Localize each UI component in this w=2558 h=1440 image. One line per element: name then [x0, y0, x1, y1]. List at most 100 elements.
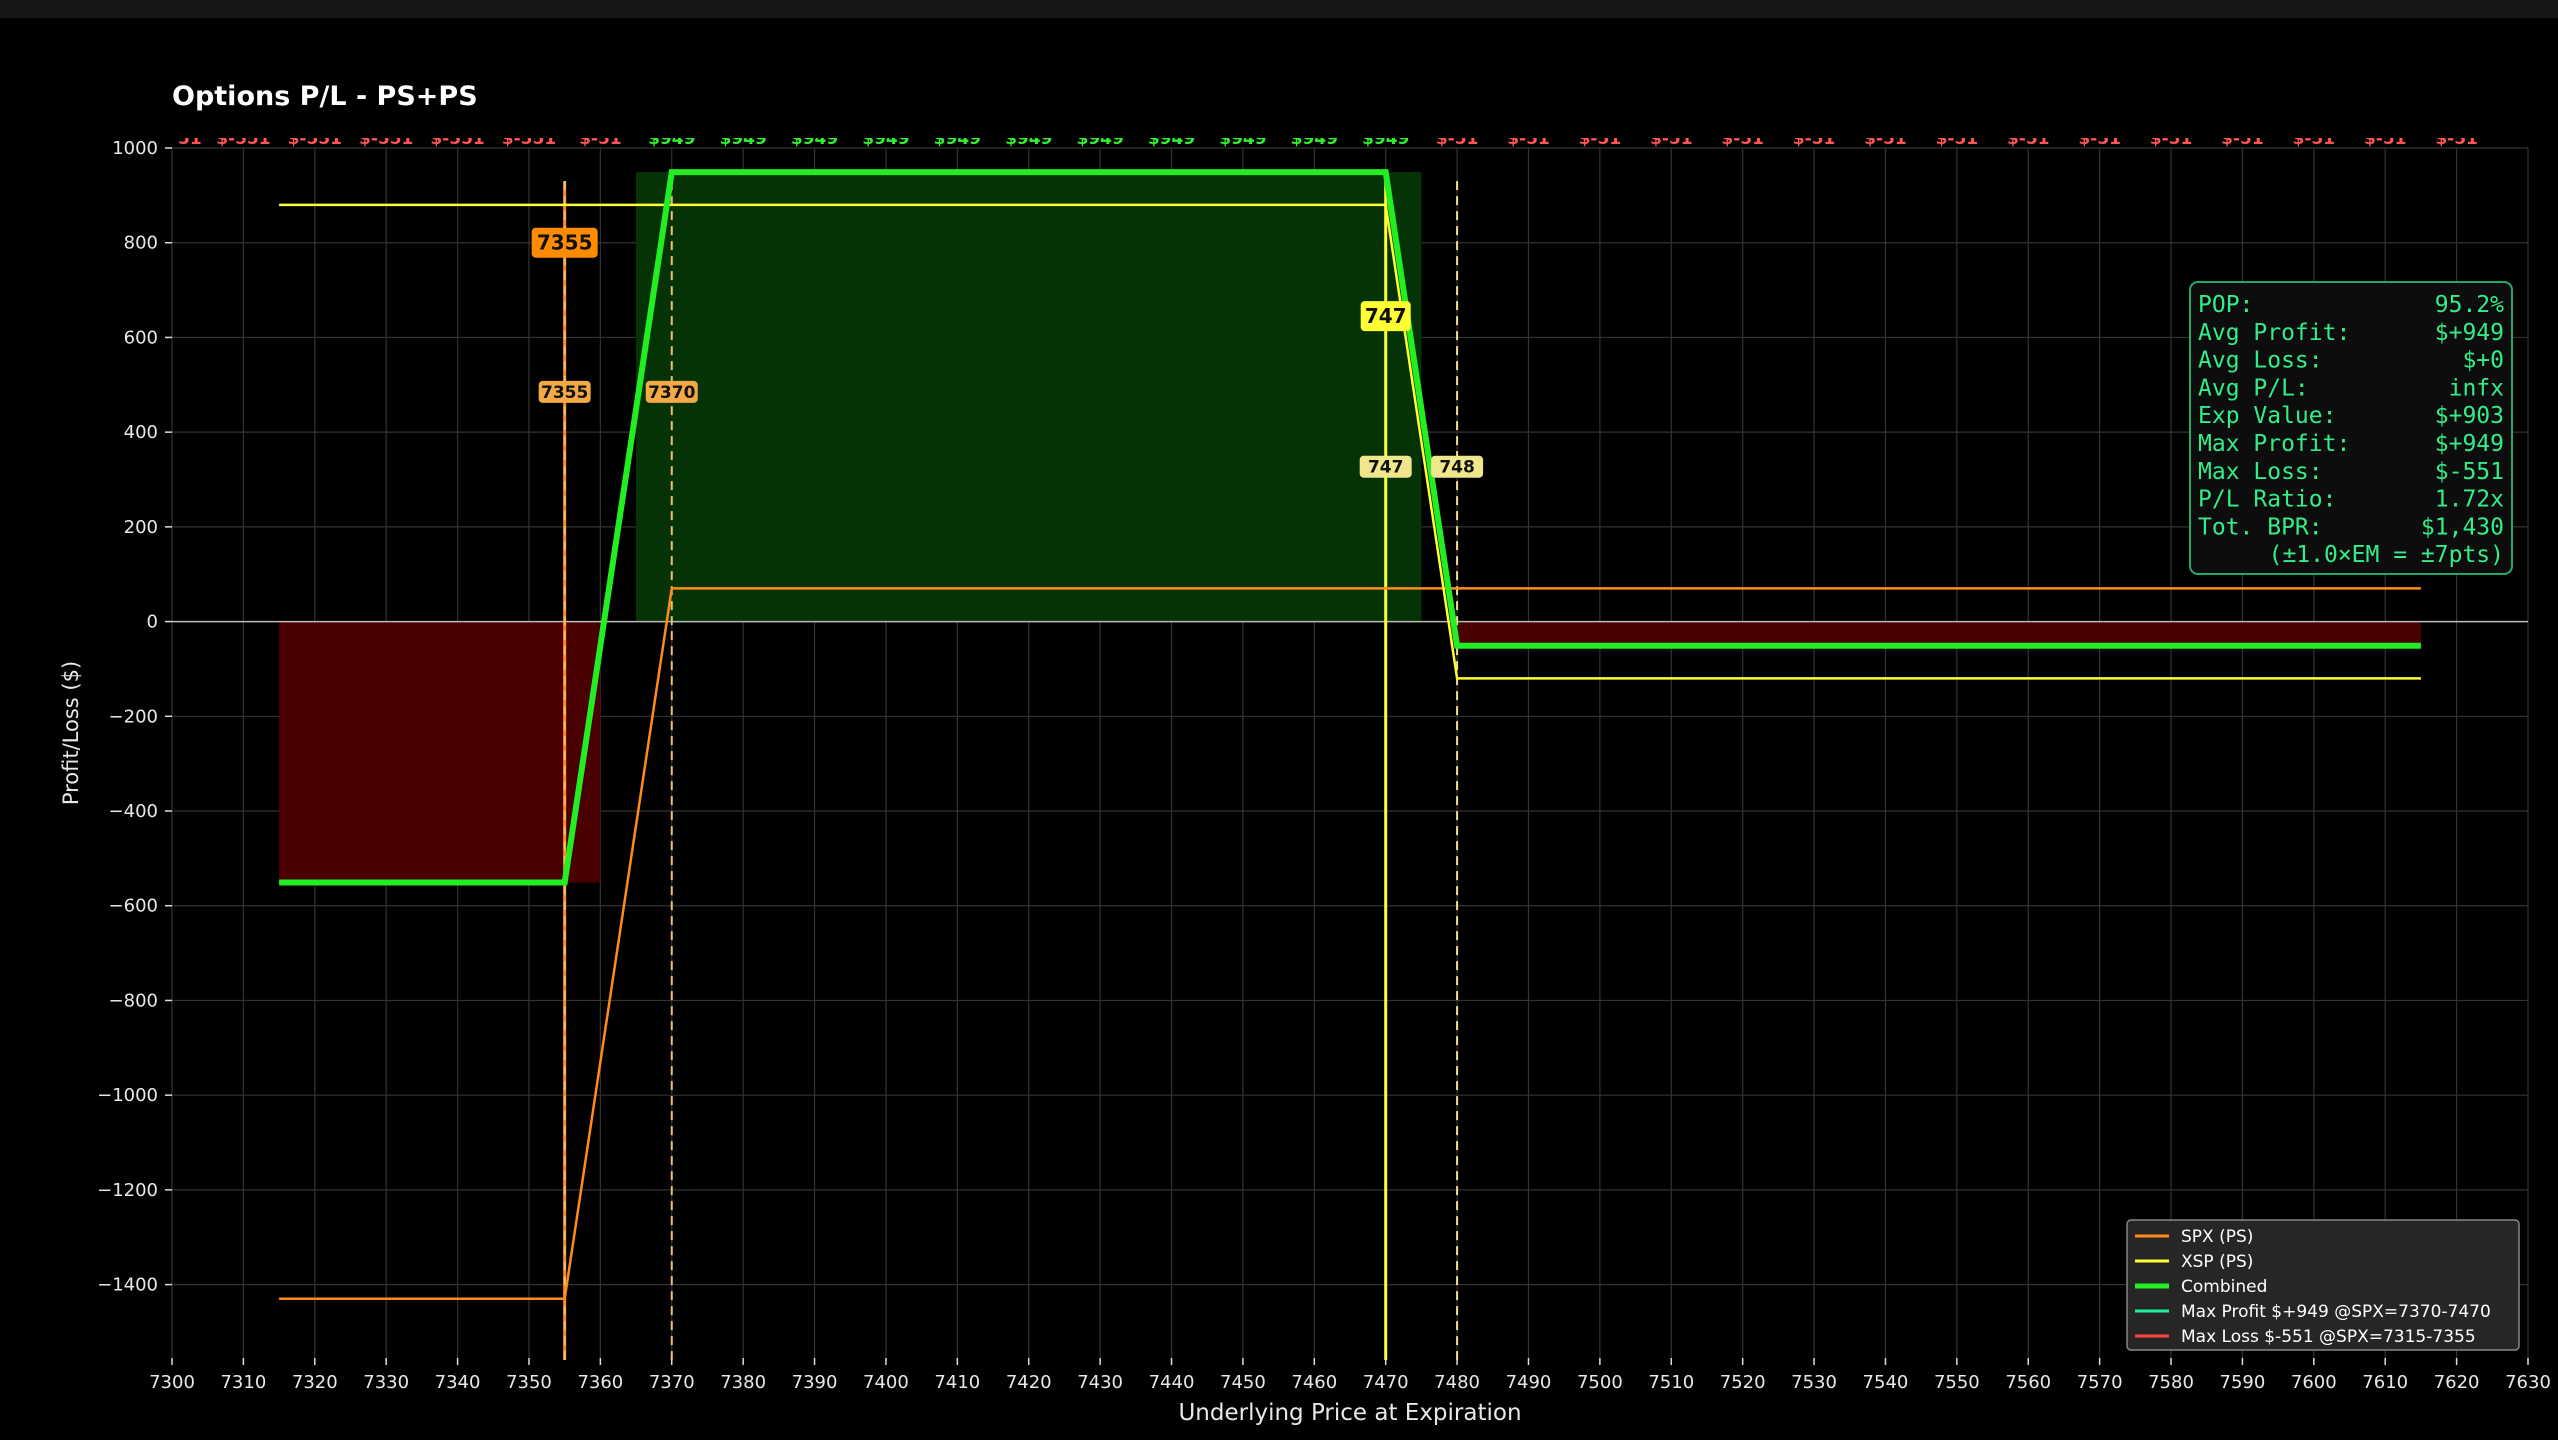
x-tick-label: 7420	[1006, 1372, 1052, 1393]
y-tick-label: 1000	[112, 138, 158, 159]
y-tick-label: 0	[147, 612, 158, 633]
top-pl-label: $-51	[1650, 129, 1693, 149]
x-tick-label: 7390	[792, 1372, 838, 1393]
top-pl-label: $-51	[1864, 129, 1907, 149]
strike-label: 747	[1365, 304, 1407, 328]
top-pl-label: $949	[1291, 129, 1338, 149]
top-pl-label: $-551	[359, 129, 413, 149]
strike-label: 7355	[541, 383, 588, 403]
y-tick-label: 400	[124, 422, 158, 443]
x-tick-label: 7450	[1220, 1372, 1266, 1393]
legend-label: Combined	[2181, 1277, 2267, 1297]
x-tick-label: 7360	[577, 1372, 623, 1393]
stats-label: P/L Ratio:	[2198, 487, 2336, 513]
x-tick-label: 7590	[2220, 1372, 2266, 1393]
profit-region	[636, 172, 1422, 622]
stats-value: $-551	[2435, 459, 2504, 485]
stats-label: Avg Loss:	[2198, 348, 2323, 374]
pl-chart: 7355 7355 7370 747 747 748 51 $-551 $-551 $-551 $-…	[59, 81, 2551, 1426]
y-tick-label: 200	[124, 517, 158, 538]
x-tick-label: 7380	[720, 1372, 766, 1393]
x-tick-label: 7570	[2077, 1372, 2123, 1393]
stats-label: Exp Value:	[2198, 403, 2336, 429]
top-pl-label: $-51	[2364, 129, 2407, 149]
top-pl-label: $949	[862, 129, 909, 149]
stats-label: POP:	[2198, 292, 2253, 318]
strike-label: 747	[1368, 458, 1404, 478]
x-tick-label: 7370	[649, 1372, 695, 1393]
top-pl-label: $-51	[1436, 129, 1479, 149]
stats-label: Avg P/L:	[2198, 375, 2309, 401]
stats-value: $+949	[2435, 320, 2504, 346]
x-tick-label: 7470	[1363, 1372, 1409, 1393]
x-tick-label: 7410	[934, 1372, 980, 1393]
y-tick-label: −1000	[97, 1085, 158, 1106]
stats-value: 1.72x	[2435, 487, 2504, 513]
stats-label: Max Profit:	[2198, 431, 2350, 457]
top-pl-label: $-51	[2293, 129, 2336, 149]
loss-region	[1449, 621, 2421, 646]
top-pl-label: $-51	[579, 129, 622, 149]
stats-value: $1,430	[2421, 514, 2504, 540]
top-pl-label: $949	[719, 129, 766, 149]
y-tick-label: −1200	[97, 1180, 158, 1201]
top-pl-label: $949	[791, 129, 838, 149]
x-tick-label: 7400	[863, 1372, 909, 1393]
y-tick-label: 800	[124, 233, 158, 254]
x-tick-label: 7540	[1863, 1372, 1909, 1393]
top-pl-label: $949	[934, 129, 981, 149]
top-pl-label: $-551	[502, 129, 556, 149]
top-pl-label: $949	[1219, 129, 1266, 149]
top-pl-label: $949	[648, 129, 695, 149]
x-tick-label: 7430	[1077, 1372, 1123, 1393]
strike-label: 748	[1439, 458, 1475, 478]
x-tick-label: 7530	[1791, 1372, 1837, 1393]
stats-footer: (±1.0×EM = ±7pts)	[2269, 542, 2504, 568]
top-pl-label: $949	[1005, 129, 1052, 149]
top-pl-label: 51	[178, 129, 202, 149]
loss-region	[279, 621, 601, 883]
top-pl-label: $-51	[1793, 129, 1836, 149]
top-pl-label: $949	[1076, 129, 1123, 149]
legend-label: Max Profit $+949 @SPX=7370-7470	[2181, 1302, 2491, 1322]
stats-value: 95.2%	[2435, 292, 2504, 318]
stats-value: $+0	[2462, 348, 2504, 374]
top-pl-label: $-51	[1721, 129, 1764, 149]
stats-label: Tot. BPR:	[2198, 514, 2323, 540]
top-pl-label: $-51	[2078, 129, 2121, 149]
x-tick-label: 7630	[2505, 1372, 2551, 1393]
x-tick-label: 7480	[1434, 1372, 1480, 1393]
top-pl-label: $-51	[2435, 129, 2478, 149]
x-tick-label: 7350	[506, 1372, 552, 1393]
x-tick-label: 7310	[220, 1372, 266, 1393]
top-pl-label: $-51	[2007, 129, 2050, 149]
top-pl-label: $-51	[2221, 129, 2264, 149]
x-tick-label: 7440	[1149, 1372, 1195, 1393]
top-pl-label: $949	[1362, 129, 1409, 149]
chart-title: Options P/L - PS+PS	[172, 81, 478, 112]
top-pl-label: $-551	[430, 129, 484, 149]
x-tick-label: 7320	[292, 1372, 338, 1393]
x-tick-label: 7560	[2005, 1372, 2051, 1393]
stats-value: $+949	[2435, 431, 2504, 457]
x-tick-label: 7330	[363, 1372, 409, 1393]
y-tick-label: −200	[109, 706, 158, 727]
top-pl-label: $-51	[1936, 129, 1979, 149]
x-tick-label: 7340	[435, 1372, 481, 1393]
x-tick-label: 7300	[149, 1372, 195, 1393]
y-tick-label: −800	[109, 990, 158, 1011]
stats-value: infx	[2449, 375, 2504, 401]
y-tick-label: 600	[124, 327, 158, 348]
strike-label: 7355	[537, 231, 593, 255]
x-tick-label: 7580	[2148, 1372, 2194, 1393]
top-pl-label: $-51	[1579, 129, 1622, 149]
x-tick-label: 7600	[2291, 1372, 2337, 1393]
x-tick-label: 7550	[1934, 1372, 1980, 1393]
x-tick-label: 7520	[1720, 1372, 1766, 1393]
x-tick-label: 7490	[1506, 1372, 1552, 1393]
stats-value: $+903	[2435, 403, 2504, 429]
y-axis-label: Profit/Loss ($)	[59, 661, 83, 805]
y-tick-label: −1400	[97, 1275, 158, 1296]
y-tick-label: −400	[109, 801, 158, 822]
x-tick-label: 7500	[1577, 1372, 1623, 1393]
